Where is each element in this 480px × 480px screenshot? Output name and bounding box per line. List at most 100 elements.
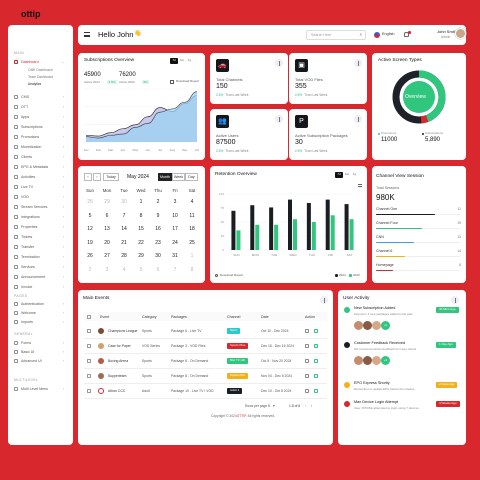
tab-7d[interactable]: 7d — [170, 58, 178, 64]
activity-title[interactable]: New Subscription Added — [354, 306, 395, 311]
sidebar-item-tickets[interactable]: Tickets › — [8, 234, 68, 241]
sidebar-item-integrations[interactable]: Integrations › — [8, 214, 68, 221]
sidebar-item-subscriptions[interactable]: Subscriptions › — [8, 124, 68, 131]
sidebar-sub-team[interactable]: Team Dashboard — [28, 75, 53, 79]
row-checkbox[interactable] — [87, 374, 91, 378]
menu-toggle-icon[interactable] — [84, 32, 90, 37]
rows-per-page-select[interactable]: 5 — [268, 404, 270, 408]
calendar-day[interactable]: 8 — [182, 267, 202, 273]
more-options-icon[interactable] — [354, 59, 362, 67]
prev-page-button[interactable]: ‹ — [305, 404, 306, 408]
calendar-day[interactable]: 4 — [182, 199, 202, 205]
activity-title[interactable]: Max Device Login Attempt — [354, 400, 398, 405]
sidebar-item-properties[interactable]: Properties › — [8, 224, 68, 231]
sidebar-item-multi-level-menu[interactable]: Multi Level Menu › — [8, 386, 68, 393]
user-name[interactable]: John Smith — [437, 30, 457, 34]
calendar-today-button[interactable]: Today — [103, 173, 119, 181]
sidebar-item-welcome[interactable]: Welcome › — [8, 310, 68, 317]
activity-extra-count[interactable]: +3 — [381, 356, 390, 365]
stat-change: 2.5% Than Last Week — [216, 93, 248, 97]
sidebar-item-termination[interactable]: Termination › — [8, 254, 68, 261]
tab-7d[interactable]: 7d — [335, 172, 343, 178]
sidebar-item-announcement[interactable]: Announcement › — [8, 274, 68, 281]
tab-1m[interactable]: 1m — [180, 58, 184, 64]
more-options-icon[interactable] — [275, 115, 283, 123]
sidebar-item-invoice[interactable]: Invoice › — [8, 284, 68, 291]
select-all-checkbox[interactable] — [87, 314, 91, 319]
sidebar-sub-analytics[interactable]: Analytics — [28, 82, 41, 86]
sidebar-item-apps[interactable]: Apps › — [8, 114, 68, 121]
event-name[interactable]: Champions League — [108, 329, 137, 333]
event-name[interactable]: Boxing Arena — [108, 359, 128, 363]
column-header-action[interactable]: Action — [305, 315, 315, 319]
download-report-button[interactable]: Download Report — [176, 80, 199, 83]
activity-extra-count[interactable]: +2 — [381, 321, 390, 330]
edit-icon[interactable] — [314, 343, 318, 348]
sidebar-item-vod[interactable]: VOD › — [8, 194, 68, 201]
sidebar-item-services[interactable]: Services › — [8, 264, 68, 271]
event-name[interactable]: Supperteam — [108, 374, 126, 378]
sidebar-item-promotions[interactable]: Promotions › — [8, 134, 68, 141]
sidebar-item-authentication[interactable]: Authentication › — [8, 301, 68, 308]
calendar-month-view-button[interactable]: Month — [158, 173, 172, 181]
download-icon[interactable] — [305, 388, 309, 393]
activity-title[interactable]: EPG Express Shortly — [354, 381, 390, 386]
calendar-week-view-button[interactable]: Week — [172, 173, 185, 181]
calendar-day[interactable]: 1 — [182, 253, 202, 259]
sidebar-item-advanced-ui[interactable]: Advanced UI › — [8, 358, 68, 365]
calendar-next-button[interactable]: › — [93, 173, 101, 181]
sidebar-item-ott[interactable]: OTT › — [8, 104, 68, 111]
sidebar-item-stream-services[interactable]: Stream Services › — [8, 204, 68, 211]
user-avatar[interactable] — [455, 28, 466, 39]
download-icon[interactable] — [305, 373, 309, 378]
search-input[interactable]: Search Here ⌕ — [306, 30, 366, 40]
calendar-day-view-button[interactable]: Day — [185, 173, 198, 181]
sidebar-item-dashboard[interactable]: Dashboard ⌄ — [8, 59, 68, 66]
sidebar-item-forms[interactable]: Forms › — [8, 340, 68, 347]
sidebar-item-cms[interactable]: CMS › — [8, 94, 68, 101]
edit-icon[interactable] — [314, 358, 318, 363]
sidebar-item-activities[interactable]: Activities › — [8, 174, 68, 181]
tab-1y[interactable]: 1y — [353, 172, 356, 178]
download-icon[interactable] — [305, 328, 309, 333]
calendar-day[interactable]: 18 — [182, 226, 202, 232]
row-checkbox[interactable] — [87, 359, 91, 363]
more-options-icon[interactable] — [320, 296, 328, 304]
download-icon[interactable] — [305, 343, 309, 348]
activity-title[interactable]: Customer Feedback Received — [354, 341, 405, 346]
sidebar-item-monetization[interactable]: Monetization › — [8, 144, 68, 151]
row-checkbox[interactable] — [87, 329, 91, 333]
calendar-day[interactable]: 11 — [182, 213, 202, 219]
sidebar-item-transfer[interactable]: Transfer › — [8, 244, 68, 251]
row-checkbox[interactable] — [87, 344, 91, 348]
column-header-category[interactable]: Category — [142, 315, 157, 319]
edit-icon[interactable] — [314, 373, 318, 378]
column-header-packages[interactable]: Packages — [171, 315, 187, 319]
column-header-date[interactable]: Date — [261, 315, 269, 319]
row-checkbox[interactable] — [87, 389, 91, 393]
column-header-channel[interactable]: Channel — [227, 315, 240, 319]
download-report-button[interactable]: Download Report — [220, 274, 243, 277]
sidebar-item-epg-metadata[interactable]: EPG & Metadata › — [8, 164, 68, 171]
sidebar-item-basic-ui[interactable]: Basic UI › — [8, 349, 68, 356]
column-header-event[interactable]: Event — [100, 315, 109, 319]
tab-1y[interactable]: 1y — [188, 58, 191, 64]
sidebar-item-imports[interactable]: Imports › — [8, 319, 68, 326]
more-options-icon[interactable] — [275, 59, 283, 67]
calendar-day[interactable]: 25 — [182, 240, 202, 246]
edit-icon[interactable] — [314, 388, 318, 393]
language-flag-icon[interactable] — [374, 32, 380, 38]
more-options-icon[interactable] — [451, 296, 459, 304]
sidebar-sub-ome[interactable]: OME Dashboard — [28, 68, 53, 72]
calendar-prev-button[interactable]: ‹ — [84, 173, 92, 181]
tab-1m[interactable]: 1m — [345, 172, 349, 178]
sidebar-item-live-tv[interactable]: Live TV › — [8, 184, 68, 191]
sidebar-item-clients[interactable]: Clients › — [8, 154, 68, 161]
event-name[interactable]: Case for Paper — [108, 344, 131, 348]
download-icon[interactable] — [305, 358, 309, 363]
language-selector[interactable]: English — [382, 32, 394, 37]
event-name[interactable]: Arbon CCC — [108, 389, 125, 393]
next-page-button[interactable]: › — [311, 404, 312, 408]
more-options-icon[interactable] — [354, 115, 362, 123]
edit-icon[interactable] — [314, 328, 318, 333]
